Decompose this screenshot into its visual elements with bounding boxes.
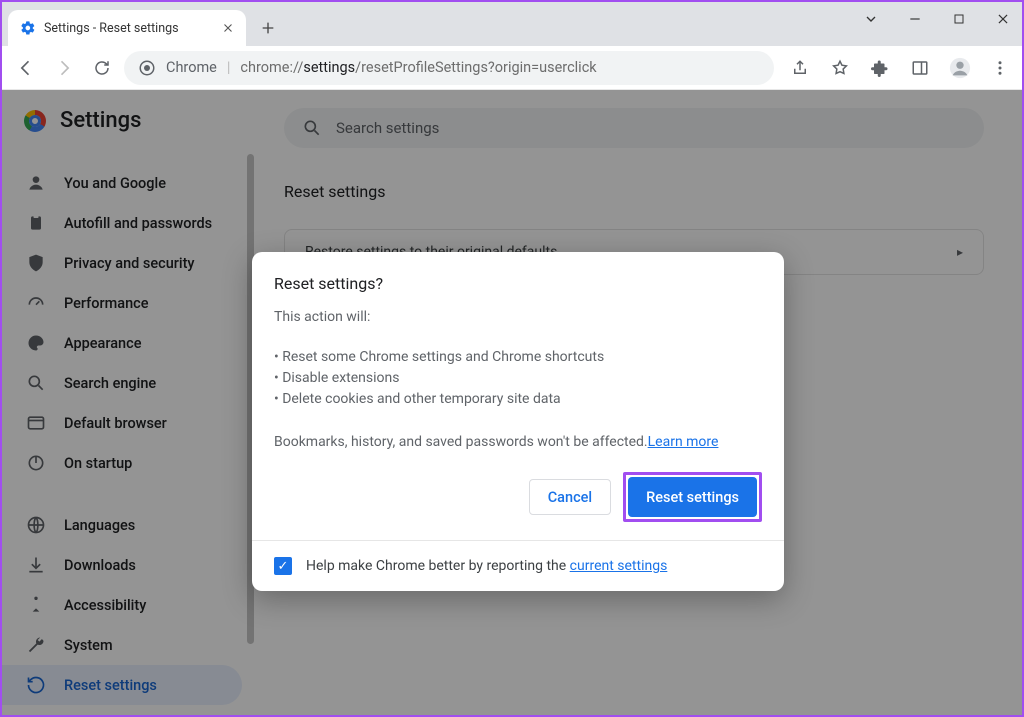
side-panel-icon[interactable] — [906, 54, 934, 82]
cancel-button[interactable]: Cancel — [529, 479, 611, 515]
current-settings-link[interactable]: current settings — [570, 558, 668, 574]
dialog-list-item: • Delete cookies and other temporary sit… — [274, 389, 762, 410]
titlebar: Settings - Reset settings — [2, 2, 1022, 46]
share-icon[interactable] — [786, 54, 814, 82]
tab-title: Settings - Reset settings — [44, 21, 179, 36]
bookmark-star-icon[interactable] — [826, 54, 854, 82]
maximize-button[interactable] — [946, 6, 972, 32]
minimize-button[interactable] — [902, 6, 928, 32]
report-checkbox[interactable]: ✓ — [274, 557, 292, 575]
new-tab-button[interactable] — [254, 14, 282, 42]
highlight-annotation: Reset settings — [623, 472, 762, 522]
dialog-actions: Cancel Reset settings — [274, 472, 762, 522]
omnibox[interactable]: Chrome | chrome://settings/resetProfileS… — [124, 51, 774, 85]
omnibox-separator: | — [227, 59, 231, 76]
extensions-icon[interactable] — [866, 54, 894, 82]
site-info-icon[interactable] — [138, 59, 156, 77]
forward-button[interactable] — [48, 52, 80, 84]
kebab-menu-icon[interactable] — [986, 54, 1014, 82]
close-window-button[interactable] — [990, 6, 1016, 32]
browser-window: Settings - Reset settings Chrome | chrom… — [0, 0, 1024, 717]
dialog-footer-text: Help make Chrome better by reporting the… — [306, 558, 667, 574]
browser-tab[interactable]: Settings - Reset settings — [8, 10, 246, 46]
tabs-dropdown-icon[interactable] — [858, 6, 884, 32]
gear-icon — [20, 20, 36, 36]
reset-settings-button[interactable]: Reset settings — [628, 477, 757, 517]
dialog-title: Reset settings? — [274, 274, 762, 293]
learn-more-link[interactable]: Learn more — [648, 434, 719, 450]
omnibox-url: chrome://settings/resetProfileSettings?o… — [240, 59, 596, 76]
omnibox-label: Chrome — [166, 59, 217, 76]
dialog-footer: ✓ Help make Chrome better by reporting t… — [252, 540, 784, 591]
dialog-note: Bookmarks, history, and saved passwords … — [274, 434, 762, 450]
reload-button[interactable] — [86, 52, 118, 84]
toolbar-right-icons — [786, 54, 1014, 82]
profile-avatar-icon[interactable] — [946, 54, 974, 82]
close-tab-icon[interactable] — [220, 20, 236, 36]
toolbar: Chrome | chrome://settings/resetProfileS… — [2, 46, 1022, 90]
window-controls — [858, 6, 1016, 32]
reset-settings-dialog: Reset settings? This action will: • Rese… — [252, 252, 784, 591]
back-button[interactable] — [10, 52, 42, 84]
dialog-subtitle: This action will: — [274, 309, 762, 325]
dialog-list: • Reset some Chrome settings and Chrome … — [274, 347, 762, 410]
dialog-list-item: • Disable extensions — [274, 368, 762, 389]
dialog-list-item: • Reset some Chrome settings and Chrome … — [274, 347, 762, 368]
